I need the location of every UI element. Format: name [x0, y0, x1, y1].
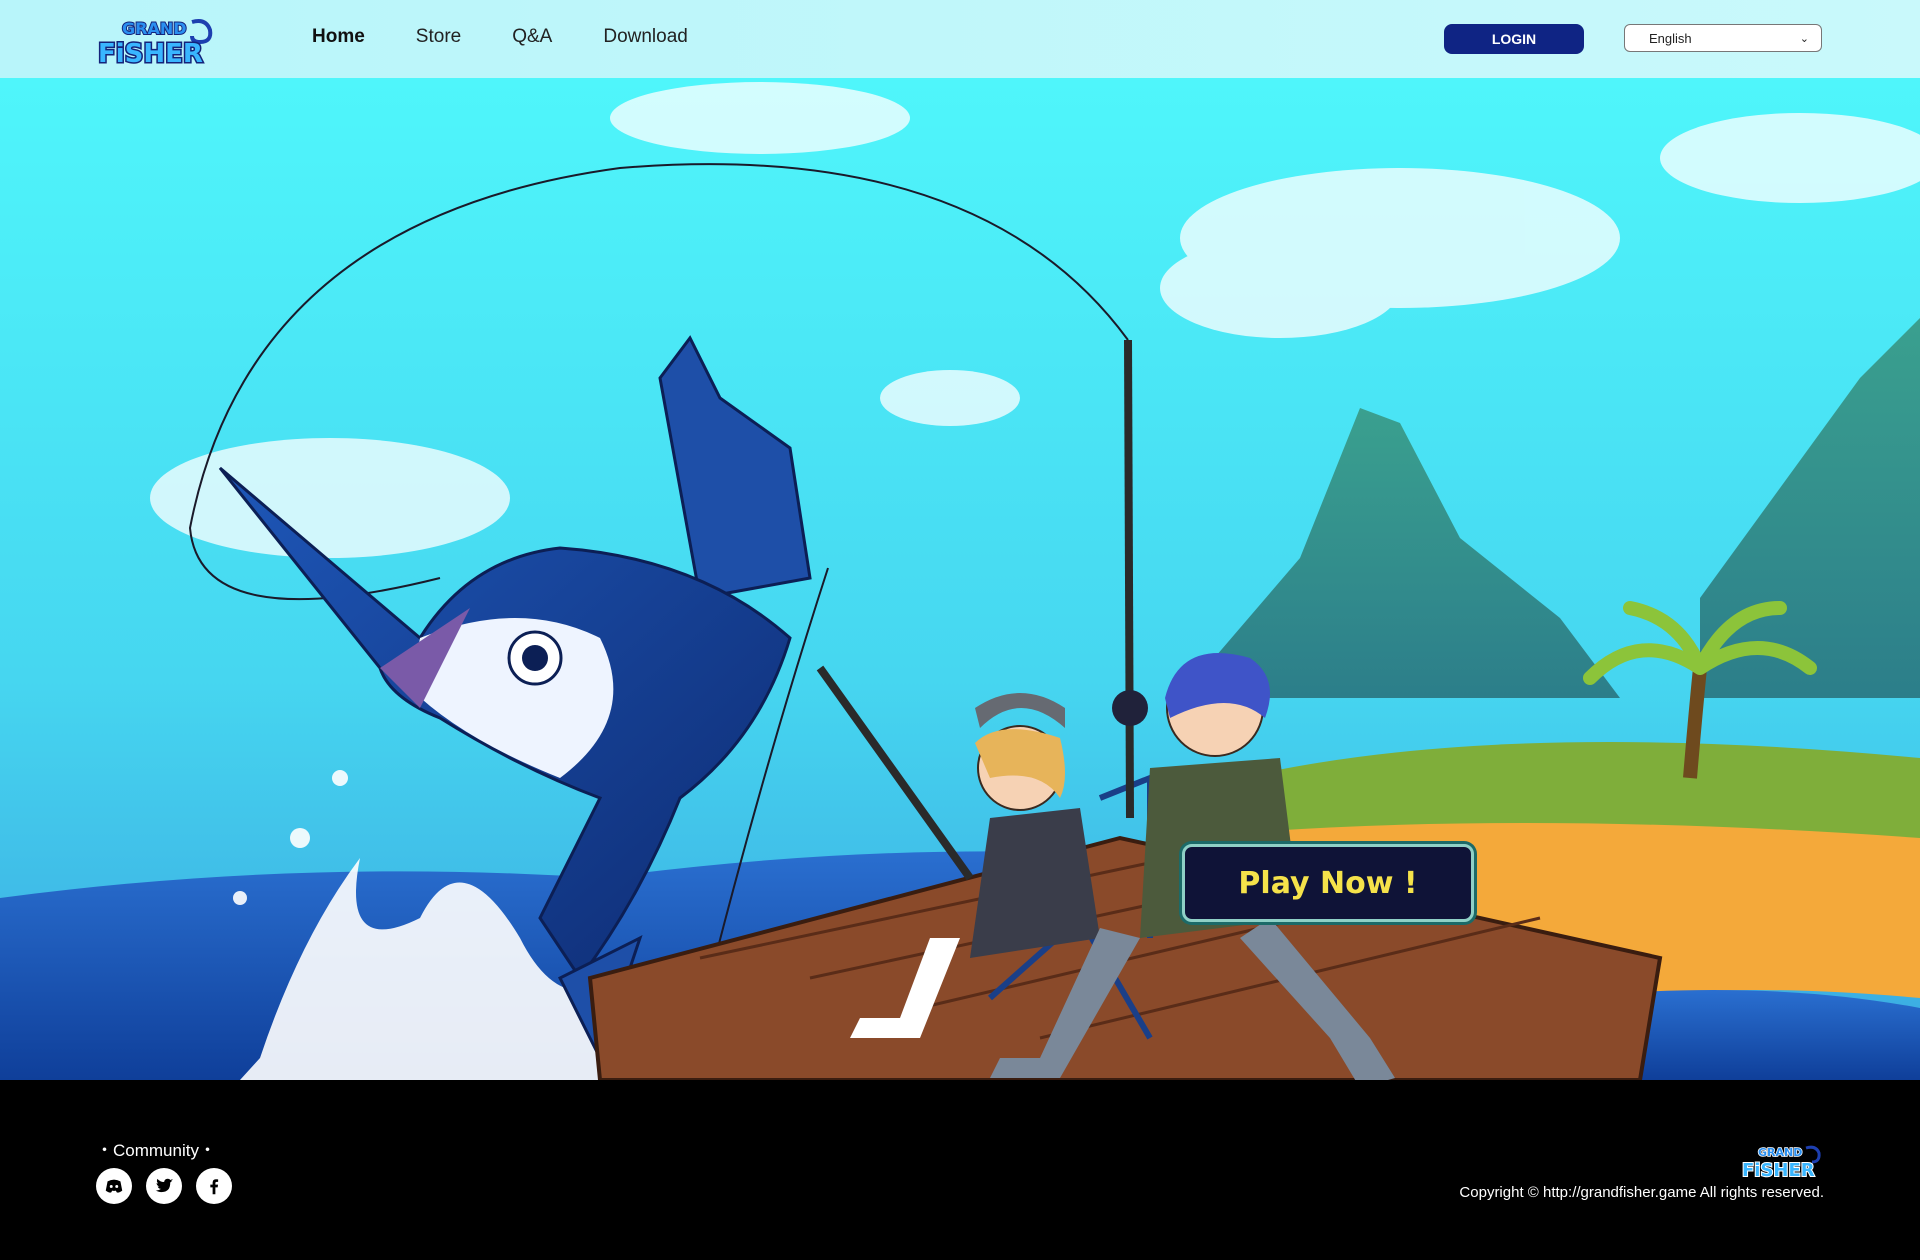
copyright-text: Copyright © http://grandfisher.game All …: [1459, 1184, 1824, 1201]
nav-home[interactable]: Home: [312, 26, 365, 48]
hero-banner: Play Now !: [0, 78, 1920, 1080]
footer-logo-bottom-text: FiSHER: [1742, 1160, 1815, 1181]
login-button[interactable]: LOGIN: [1444, 24, 1584, 54]
language-value: English: [1649, 30, 1692, 46]
language-select[interactable]: English ⌄: [1624, 24, 1822, 52]
chevron-down-icon: ⌄: [1799, 32, 1809, 45]
grandfisher-logo[interactable]: GRAND FiSHER: [96, 12, 216, 68]
logo-top-text: GRAND: [122, 19, 187, 38]
facebook-icon[interactable]: [196, 1168, 232, 1204]
nav-download[interactable]: Download: [603, 26, 688, 48]
twitter-icon[interactable]: [146, 1168, 182, 1204]
nav-qa[interactable]: Q&A: [512, 26, 552, 48]
footer-logo[interactable]: GRAND FiSHER: [1740, 1140, 1824, 1182]
main-nav: Home Store Q&A Download: [312, 26, 688, 48]
community-label: ・Community・: [96, 1141, 216, 1160]
social-links: [96, 1168, 232, 1204]
top-header: GRAND FiSHER Home Store Q&A Download LOG…: [0, 0, 1920, 78]
hero-artwork: [0, 78, 1920, 1080]
logo-bottom-text: FiSHER: [98, 39, 203, 68]
footer-logo-top-text: GRAND: [1758, 1146, 1802, 1159]
footer: ・Community・ GRAND FiSHER Copyright © htt…: [0, 1080, 1920, 1260]
play-now-button[interactable]: Play Now !: [1182, 844, 1474, 922]
nav-store[interactable]: Store: [416, 26, 461, 48]
discord-icon[interactable]: [96, 1168, 132, 1204]
